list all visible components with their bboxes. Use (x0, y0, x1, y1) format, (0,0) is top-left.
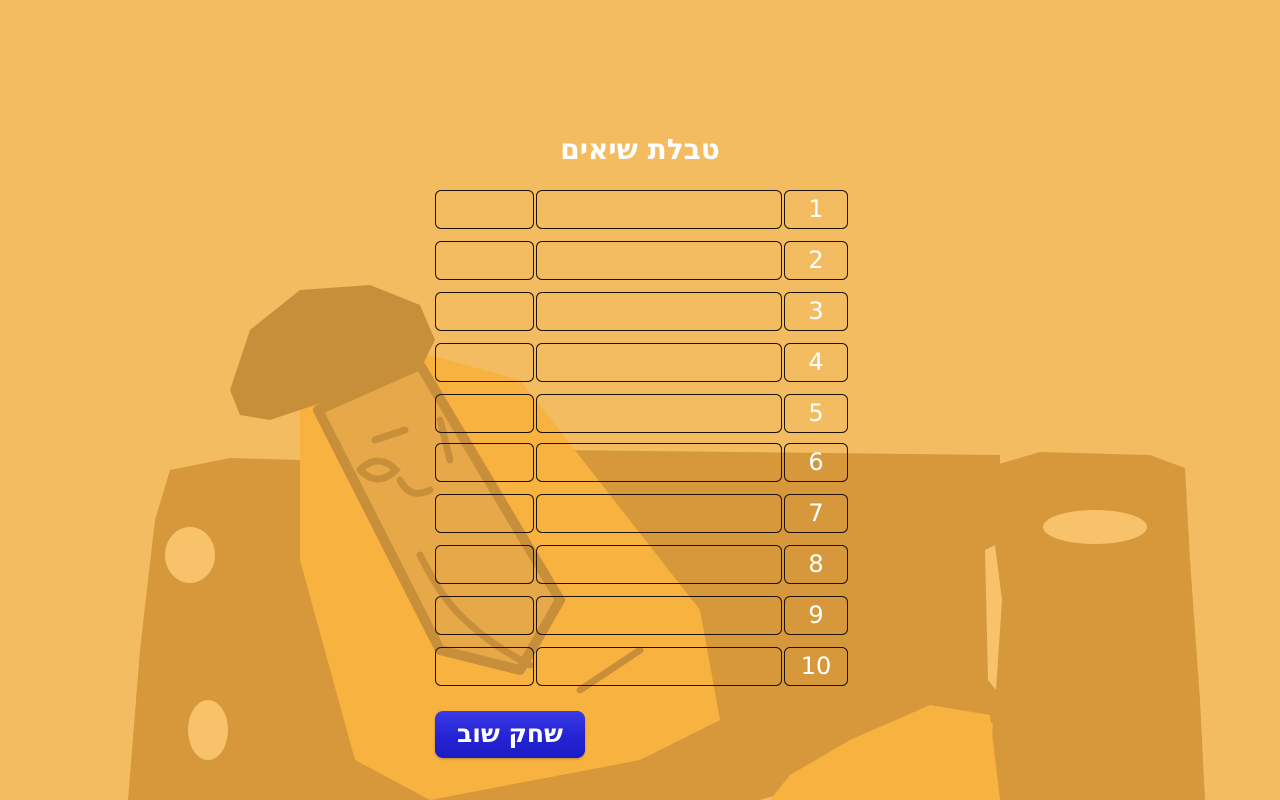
player-name-cell (536, 545, 782, 584)
score-cell (435, 596, 534, 635)
player-name-cell (536, 394, 782, 433)
player-name-cell (536, 241, 782, 280)
player-name-cell (536, 343, 782, 382)
score-cell (435, 647, 534, 686)
leaderboard-row: 1 (435, 190, 848, 229)
leaderboard-row: 3 (435, 292, 848, 331)
player-name-cell (536, 596, 782, 635)
leaderboard-row: 7 (435, 494, 848, 533)
rank-cell: 3 (784, 292, 848, 331)
rank-cell: 9 (784, 596, 848, 635)
player-name-cell (536, 292, 782, 331)
score-cell (435, 343, 534, 382)
player-name-cell (536, 494, 782, 533)
leaderboard-row: 9 (435, 596, 848, 635)
rank-cell: 4 (784, 343, 848, 382)
rank-cell: 7 (784, 494, 848, 533)
page-title: טבלת שיאים (560, 133, 720, 166)
leaderboard-row: 4 (435, 343, 848, 382)
rank-cell: 6 (784, 443, 848, 482)
player-name-cell (536, 190, 782, 229)
player-name-cell (536, 647, 782, 686)
score-cell (435, 241, 534, 280)
leaderboard-row: 5 (435, 394, 848, 433)
highlight-right (1043, 510, 1147, 544)
highlight-left (165, 527, 215, 583)
score-cell (435, 443, 534, 482)
highlight-left-low (188, 700, 228, 760)
score-cell (435, 292, 534, 331)
rank-cell: 2 (784, 241, 848, 280)
leaderboard-row: 8 (435, 545, 848, 584)
player-name-cell (536, 443, 782, 482)
rank-cell: 1 (784, 190, 848, 229)
score-cell (435, 494, 534, 533)
right-cushion (985, 452, 1205, 800)
rank-cell: 10 (784, 647, 848, 686)
leaderboard-row: 6 (435, 443, 848, 482)
leaderboard-row: 10 (435, 647, 848, 686)
score-cell (435, 190, 534, 229)
rank-cell: 8 (784, 545, 848, 584)
score-cell (435, 545, 534, 584)
leaderboard-row: 2 (435, 241, 848, 280)
play-again-button[interactable]: שחק שוב (435, 711, 585, 758)
score-cell (435, 394, 534, 433)
rank-cell: 5 (784, 394, 848, 433)
